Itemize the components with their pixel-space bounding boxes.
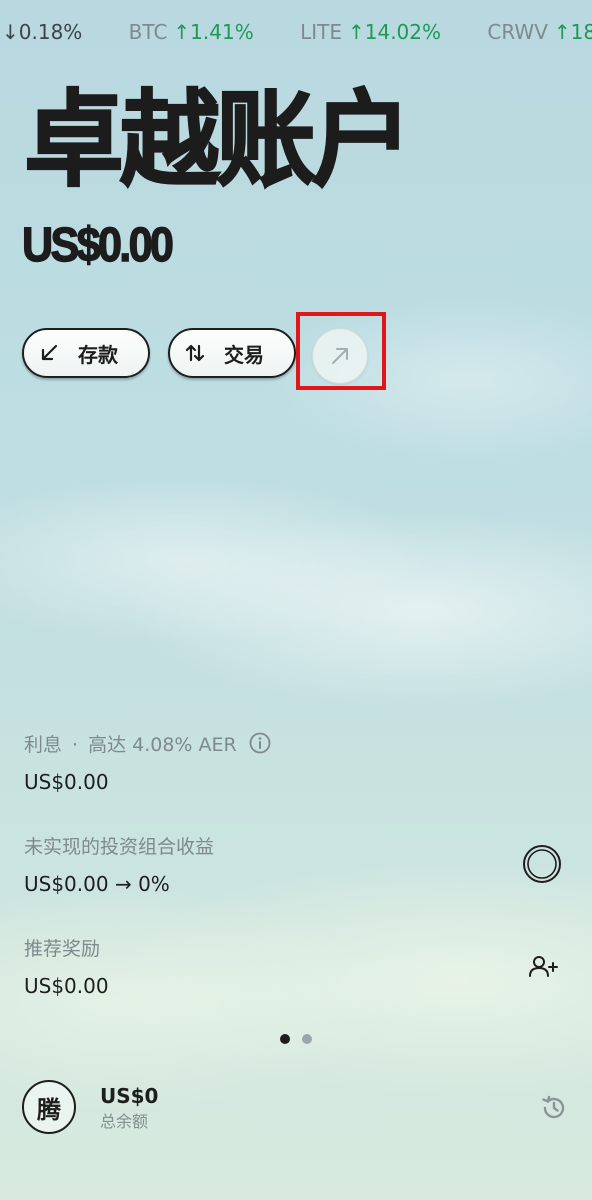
pager-dot-active[interactable]	[280, 1034, 290, 1044]
arrow-down-icon: ↓	[2, 20, 19, 44]
arrow-up-icon: ↑	[173, 20, 191, 44]
history-icon[interactable]	[540, 1094, 568, 1122]
price-ticker[interactable]: ↓0.18% BTC ↑1.41% LITE ↑14.02% CRWV ↑18	[0, 12, 592, 52]
deposit-label: 存款	[78, 342, 118, 367]
arrow-down-left-icon	[41, 344, 58, 361]
ticker-symbol: BTC	[128, 20, 168, 44]
ticker-track: ↓0.18% BTC ↑1.41% LITE ↑14.02% CRWV ↑18	[2, 12, 592, 52]
ticker-symbol: LITE	[300, 20, 342, 44]
arrow-up-icon: ↑	[347, 20, 365, 44]
unrealized-label: 未实现的投资组合收益	[24, 836, 215, 858]
page-title: 卓越账户	[23, 79, 413, 201]
interest-value: US$0.00	[24, 770, 109, 794]
account-balance: US$0.00	[21, 218, 174, 272]
ticker-item[interactable]: CRWV ↑18	[487, 12, 592, 52]
ticker-change: 0.18%	[18, 20, 83, 44]
arrow-up-icon: ↑	[553, 20, 571, 44]
avatar[interactable]: 腾	[22, 1080, 76, 1134]
deposit-button[interactable]: 存款	[22, 328, 150, 378]
ticker-item[interactable]: BTC ↑1.41%	[129, 12, 254, 52]
total-balance-label: 总余额	[100, 1112, 149, 1131]
swap-vertical-icon	[185, 344, 205, 362]
pager-dot[interactable]	[302, 1034, 312, 1044]
info-icon[interactable]	[249, 732, 271, 754]
interest-rate: 高达 4.08% AER	[88, 734, 237, 756]
highlight-box	[296, 312, 386, 390]
ticker-symbol: CRWV	[487, 20, 548, 44]
ticker-item[interactable]: LITE ↑14.02%	[300, 12, 441, 52]
trade-label: 交易	[224, 342, 264, 367]
portfolio-ring-icon[interactable]	[522, 844, 562, 884]
ticker-change: 1.41%	[190, 20, 254, 44]
interest-label-row: 利息 · 高达 4.08% AER	[24, 731, 271, 759]
ticker-change: 14.02%	[364, 20, 442, 44]
interest-label: 利息	[24, 734, 63, 756]
trade-button[interactable]: 交易	[168, 328, 296, 378]
ticker-item[interactable]: ↓0.18%	[2, 12, 82, 52]
referral-value: US$0.00	[24, 974, 109, 998]
unrealized-value: US$0.00 → 0%	[24, 872, 170, 896]
add-user-icon[interactable]	[528, 954, 558, 980]
ticker-change: 18	[570, 20, 592, 44]
separator-dot: ·	[72, 734, 79, 756]
referral-label: 推荐奖励	[24, 938, 101, 960]
total-balance-amount: US$0	[100, 1084, 159, 1108]
